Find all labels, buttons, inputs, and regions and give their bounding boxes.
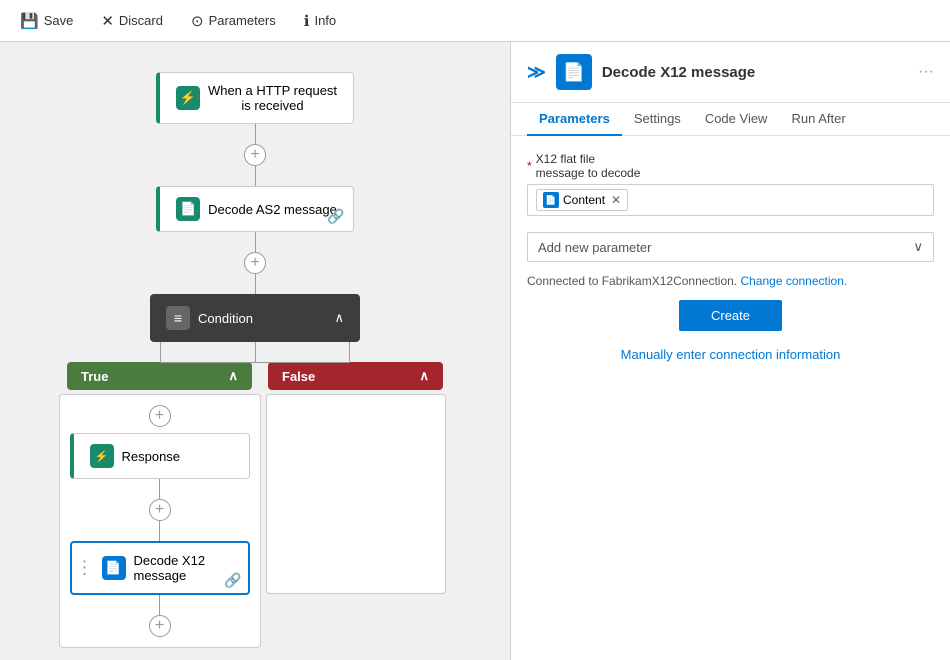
left-vline — [160, 342, 161, 363]
decode-x12-link-icon: 🔗 — [224, 572, 241, 589]
panel-title: Decode X12 message — [602, 64, 755, 81]
add-step-2[interactable]: + — [244, 252, 266, 274]
toolbar: 💾 Save ✕ Discard ⊙ Parameters ℹ Info — [0, 0, 950, 42]
connector-x12-bottom: + — [149, 595, 171, 637]
parameters-icon: ⊙ — [191, 12, 204, 30]
connector-1: + — [244, 124, 266, 186]
panel-tabs: Parameters Settings Code View Run After — [511, 103, 950, 136]
decode-as2-node[interactable]: 📄 Decode AS2 message 🔗 — [156, 186, 354, 232]
branch-connector — [65, 342, 445, 362]
connector-response: + — [149, 479, 171, 541]
false-chevron: ∧ — [419, 368, 429, 384]
x12-field-input[interactable]: 📄 Content ✕ — [527, 184, 934, 216]
add-after-response[interactable]: + — [149, 499, 171, 521]
true-branch-header[interactable]: True ∧ — [67, 362, 252, 390]
decode-x12-node[interactable]: ⋮ 📄 Decode X12 message 🔗 — [70, 541, 250, 595]
line-2b — [255, 274, 256, 294]
line-1b — [255, 166, 256, 186]
line-1 — [255, 124, 256, 144]
false-label: False — [282, 369, 315, 384]
discard-icon: ✕ — [101, 12, 114, 30]
chip-label: Content — [563, 193, 605, 207]
response-label: Response — [122, 449, 181, 464]
condition-area: ≡ Condition ∧ — [65, 294, 445, 648]
x12-field-label: * X12 flat filemessage to decode — [527, 152, 934, 180]
add-step-1[interactable]: + — [244, 144, 266, 166]
required-asterisk: * — [527, 159, 532, 173]
tab-run-after[interactable]: Run After — [779, 103, 857, 136]
info-label: Info — [314, 13, 336, 28]
true-chevron: ∧ — [228, 368, 238, 384]
save-icon: 💾 — [20, 12, 39, 30]
panel-more-button[interactable]: ··· — [918, 63, 934, 81]
chip-icon: 📄 — [543, 192, 559, 208]
true-label: True — [81, 369, 108, 384]
add-true-top[interactable]: + — [149, 405, 171, 427]
decode-as2-link-icon: 🔗 — [327, 208, 344, 225]
save-label: Save — [44, 13, 74, 28]
right-panel: ≫ 📄 Decode X12 message ··· Parameters Se… — [510, 42, 950, 660]
true-branch: True ∧ + ⚡ Response — [67, 362, 252, 648]
connection-info: Connected to FabrikamX12Connection. — [527, 274, 737, 288]
info-icon: ℹ — [304, 12, 310, 30]
content-chip[interactable]: 📄 Content ✕ — [536, 189, 628, 211]
panel-body: * X12 flat filemessage to decode 📄 Conte… — [511, 136, 950, 660]
line-r2 — [159, 521, 160, 541]
tab-code-view[interactable]: Code View — [693, 103, 780, 136]
decode-as2-icon: 📄 — [176, 197, 200, 221]
parameters-button[interactable]: ⊙ Parameters — [187, 10, 280, 32]
response-node[interactable]: ⚡ Response — [70, 433, 250, 479]
create-button[interactable]: Create — [679, 300, 782, 331]
line-2 — [255, 232, 256, 252]
decode-x12-label: Decode X12 message — [134, 553, 232, 583]
condition-label: Condition — [198, 311, 253, 326]
tab-settings[interactable]: Settings — [622, 103, 693, 136]
branches: True ∧ + ⚡ Response — [65, 362, 445, 648]
add-after-x12[interactable]: + — [149, 615, 171, 637]
manual-connection-link[interactable]: Manually enter connection information — [527, 347, 934, 362]
trigger-node[interactable]: ⚡ When a HTTP requestis received — [156, 72, 354, 124]
decode-as2-label: Decode AS2 message — [208, 202, 337, 217]
right-vline — [349, 342, 350, 363]
line-r — [159, 479, 160, 499]
branch-row: True ∧ + ⚡ Response — [67, 362, 443, 648]
change-connection-link[interactable]: Change connection. — [740, 274, 847, 288]
decode-x12-icon: 📄 — [102, 556, 126, 580]
condition-node[interactable]: ≡ Condition ∧ — [150, 294, 360, 342]
condition-chevron: ∧ — [334, 310, 344, 326]
panel-node-icon: 📄 — [556, 54, 592, 90]
info-button[interactable]: ℹ Info — [300, 10, 340, 32]
decode-x12-dots: ⋮ — [76, 558, 94, 579]
discard-button[interactable]: ✕ Discard — [97, 10, 167, 32]
field-label-text: X12 flat filemessage to decode — [536, 152, 641, 180]
panel-header: ≫ 📄 Decode X12 message ··· — [511, 42, 950, 103]
false-branch-header[interactable]: False ∧ — [268, 362, 443, 390]
trigger-icon: ⚡ — [176, 86, 200, 110]
tab-parameters[interactable]: Parameters — [527, 103, 622, 136]
main-area: ⚡ When a HTTP requestis received + 📄 Dec… — [0, 42, 950, 660]
save-button[interactable]: 💾 Save — [16, 10, 77, 32]
add-param-dropdown[interactable]: Add new parameter ∨ — [527, 232, 934, 262]
connection-text: Connected to FabrikamX12Connection. Chan… — [527, 274, 934, 288]
add-param-label: Add new parameter — [538, 240, 651, 255]
response-icon: ⚡ — [90, 444, 114, 468]
connector-2: + — [244, 232, 266, 294]
center-vline — [255, 342, 256, 362]
add-param-chevron: ∨ — [913, 239, 923, 255]
parameters-label: Parameters — [209, 13, 276, 28]
flow-diagram: ⚡ When a HTTP requestis received + 📄 Dec… — [20, 62, 490, 648]
false-branch-container[interactable] — [266, 394, 446, 594]
panel-collapse-button[interactable]: ≫ — [527, 62, 546, 83]
horiz-line — [160, 362, 350, 363]
x12-field-group: * X12 flat filemessage to decode 📄 Conte… — [527, 152, 934, 216]
true-branch-container: + ⚡ Response + — [59, 394, 261, 648]
false-branch: False ∧ — [268, 362, 443, 648]
line-x12b — [159, 595, 160, 615]
chip-close-button[interactable]: ✕ — [611, 193, 621, 207]
canvas[interactable]: ⚡ When a HTTP requestis received + 📄 Dec… — [0, 42, 510, 660]
condition-icon: ≡ — [166, 306, 190, 330]
discard-label: Discard — [119, 13, 163, 28]
trigger-label: When a HTTP requestis received — [208, 83, 337, 113]
